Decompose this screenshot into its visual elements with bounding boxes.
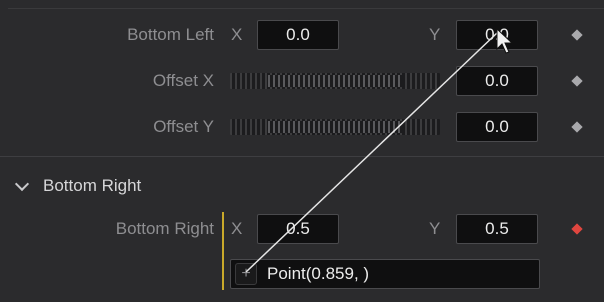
bottom-left-x-axis-label: X [231, 25, 243, 44]
section-title: Bottom Right [43, 176, 142, 195]
bottom-right-x-axis-label: X [231, 219, 243, 238]
bottom-right-y-axis-label: Y [429, 219, 441, 238]
expression-text: Point(0.859, ) [267, 264, 370, 283]
bottom-right-keyframe-diamond-icon[interactable] [571, 223, 583, 235]
expression-link-line [222, 212, 224, 290]
bottom-left-y-axis-label: Y [429, 25, 441, 44]
bottom-right-y-field[interactable]: 0.5 [456, 214, 538, 244]
bottom-left-x-field[interactable]: 0.0 [257, 20, 339, 50]
bottom-right-x-field[interactable]: 0.5 [257, 214, 339, 244]
bottom-left-keyframe-diamond-icon[interactable] [571, 29, 583, 41]
pick-whip-icon[interactable]: + [235, 263, 257, 285]
expression-field[interactable]: + Point(0.859, ) [230, 259, 540, 289]
offset-y-keyframe-diamond-icon[interactable] [571, 121, 583, 133]
section-divider [0, 156, 604, 157]
inspector-panel: Bottom Left X 0.0 Y 0.0 Offset X 0.0 Off… [0, 0, 604, 302]
bottom-left-y-field[interactable]: 0.0 [456, 20, 538, 50]
bottom-right-section-header[interactable]: Bottom Right [14, 175, 142, 197]
top-divider [8, 8, 604, 9]
chevron-down-icon [14, 176, 30, 191]
bottom-left-label: Bottom Left [127, 25, 214, 44]
offset-y-label: Offset Y [153, 117, 214, 136]
offset-x-label: Offset X [152, 71, 214, 90]
offset-y-slider[interactable] [230, 119, 440, 135]
offset-x-keyframe-diamond-icon[interactable] [571, 75, 583, 87]
offset-x-field[interactable]: 0.0 [456, 66, 538, 96]
offset-y-field[interactable]: 0.0 [456, 112, 538, 142]
bottom-right-label: Bottom Right [115, 219, 214, 238]
offset-x-slider[interactable] [230, 73, 440, 89]
